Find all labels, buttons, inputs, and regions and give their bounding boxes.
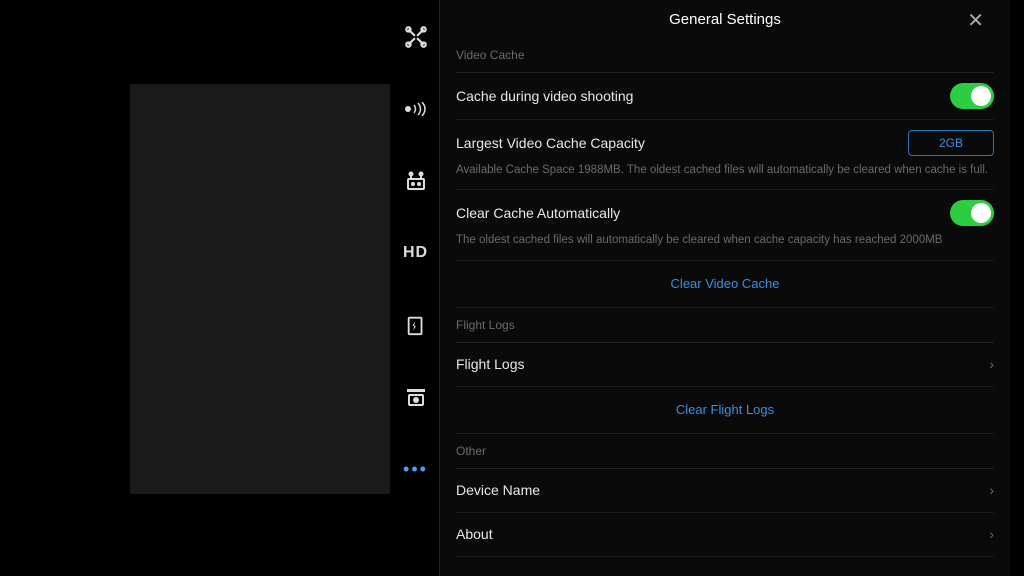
panel-header: General Settings ✕ <box>440 0 1010 38</box>
clear-video-cache-link[interactable]: Clear Video Cache <box>671 276 780 291</box>
cache-during-shooting-label: Cache during video shooting <box>456 88 633 104</box>
row-cache-during-shooting: Cache during video shooting <box>456 73 994 120</box>
row-largest-capacity: Largest Video Cache Capacity 2GB <box>456 120 994 166</box>
more-icon[interactable]: ••• <box>401 454 431 484</box>
about-label: About <box>456 526 493 542</box>
row-clear-flight-logs[interactable]: Clear Flight Logs <box>456 387 994 434</box>
largest-capacity-label: Largest Video Cache Capacity <box>456 135 645 151</box>
hd-label: HD <box>403 244 428 262</box>
gimbal-icon[interactable] <box>401 382 431 412</box>
device-name-label: Device Name <box>456 482 540 498</box>
clear-auto-label: Clear Cache Automatically <box>456 205 620 221</box>
row-clear-auto: Clear Cache Automatically <box>456 190 994 236</box>
video-preview-area <box>130 84 390 494</box>
signal-icon[interactable] <box>401 94 431 124</box>
capacity-value-button[interactable]: 2GB <box>908 130 994 156</box>
chevron-right-icon: › <box>989 526 994 542</box>
flight-logs-label: Flight Logs <box>456 356 524 372</box>
hd-icon[interactable]: HD <box>401 238 431 268</box>
row-clear-video-cache[interactable]: Clear Video Cache <box>456 261 994 308</box>
clear-auto-note: The oldest cached files will automatical… <box>456 232 994 260</box>
battery-icon[interactable] <box>401 310 431 340</box>
available-cache-note: Available Cache Space 1988MB. The oldest… <box>456 162 994 190</box>
close-icon[interactable]: ✕ <box>967 8 984 33</box>
controller-icon[interactable] <box>401 166 431 196</box>
panel-title: General Settings <box>669 11 781 28</box>
section-flight-logs: Flight Logs <box>456 308 994 343</box>
clear-flight-logs-link[interactable]: Clear Flight Logs <box>676 402 774 417</box>
row-about[interactable]: About › <box>456 513 994 557</box>
chevron-right-icon: › <box>989 356 994 372</box>
cache-during-shooting-toggle[interactable] <box>950 83 994 109</box>
settings-panel: General Settings ✕ Video Cache Cache dur… <box>440 0 1010 576</box>
drone-icon[interactable] <box>401 22 431 52</box>
section-video-cache: Video Cache <box>456 38 994 73</box>
row-flight-logs[interactable]: Flight Logs › <box>456 343 994 387</box>
row-device-name[interactable]: Device Name › <box>456 469 994 513</box>
section-other: Other <box>456 434 994 469</box>
settings-sidebar: HD ••• <box>392 0 440 576</box>
chevron-right-icon: › <box>989 482 994 498</box>
clear-auto-toggle[interactable] <box>950 200 994 226</box>
